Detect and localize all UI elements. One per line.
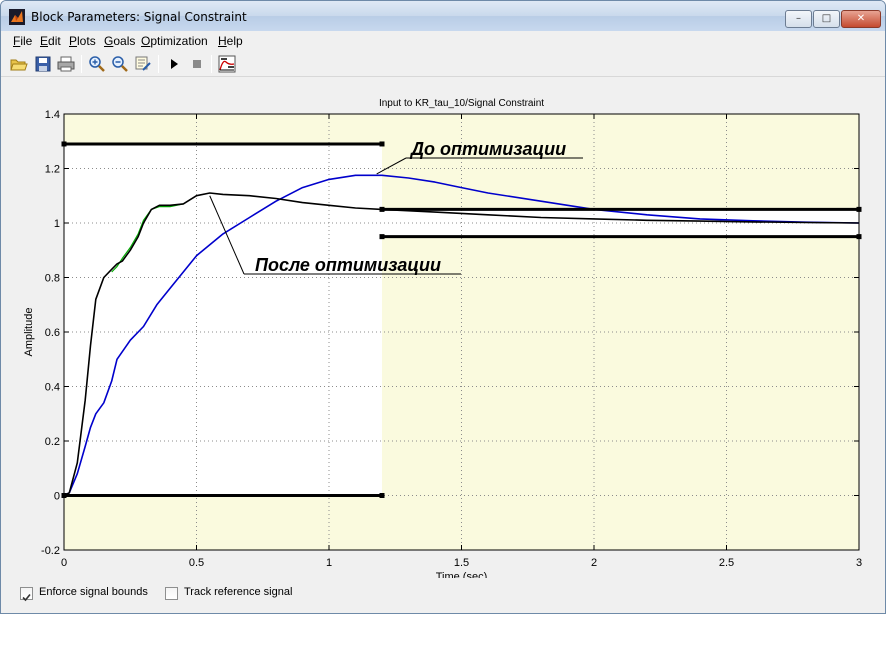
menu-file[interactable]: File [13,34,32,48]
enforce-signal-bounds-label: Enforce signal bounds [39,586,148,598]
menu-help[interactable]: Help [218,34,243,48]
bound-endpoint [61,141,67,147]
bound-endpoint [379,493,385,498]
x-tick-label: 2 [591,557,597,569]
menu-optimization[interactable]: Optimization [141,34,208,48]
track-reference-signal-label: Track reference signal [184,586,293,598]
block-parameters-window: Block Parameters: Signal Constraint – □ … [0,0,886,614]
toolbar-separator [81,55,82,73]
toolbar-separator [158,55,159,73]
close-button[interactable]: ✕ [841,10,881,28]
bound-endpoint [379,141,385,147]
zoom-in-icon[interactable] [87,54,107,74]
y-tick-label: 1.2 [45,164,60,176]
y-tick-label: 0.2 [45,436,60,448]
x-tick-label: 1.5 [454,557,469,569]
title-bar[interactable]: Block Parameters: Signal Constraint – □ … [1,1,885,31]
x-tick-label: 0 [61,557,67,569]
menu-bar: File Edit Plots Goals Optimization Help [1,31,885,51]
save-icon[interactable] [33,54,53,74]
bound-endpoint [856,234,862,240]
x-axis-label: Time (sec) [436,571,488,578]
edit-axes-icon[interactable] [133,54,153,74]
bound-endpoint [61,493,67,498]
track-reference-signal-checkbox[interactable] [165,587,178,600]
enforce-signal-bounds-checkbox[interactable] [20,587,33,602]
y-tick-label: 0.8 [45,273,60,285]
bound-endpoint [379,206,385,212]
zoom-out-icon[interactable] [110,54,130,74]
start-icon[interactable] [164,54,184,74]
matlab-logo-icon [9,9,25,25]
annotation-after: После оптимизации [255,255,441,275]
toolbar-separator [211,55,212,73]
plot-area: 0 0.5 1 1.5 2 2.5 3 -0.2 0 0.2 0.4 0.6 0.8 1 1.2 1.4 Inp… [1,78,885,583]
maximize-button[interactable]: □ [813,10,840,28]
x-tick-label: 1 [326,557,332,569]
lower-bound-region [64,495,382,550]
signal-response-chart[interactable]: 0 0.5 1 1.5 2 2.5 3-0.200.20.40.60.811.21.4Inp… [1,78,885,583]
x-tick-label: 2.5 [719,557,734,569]
y-tick-label: 1.4 [45,109,60,121]
x-tick-label: 0.5 [189,557,204,569]
annotation-before: До оптимизации [409,139,566,159]
y-tick-label: 0.6 [45,327,60,339]
upper-bound-region [382,114,859,210]
print-icon[interactable] [56,54,76,74]
check-icon [22,593,31,602]
stop-icon[interactable] [187,54,207,74]
open-icon[interactable] [9,54,29,74]
bound-endpoint [379,234,385,240]
window-title: Block Parameters: Signal Constraint [31,10,247,24]
y-tick-label: 0 [54,491,60,503]
y-tick-label: -0.2 [41,545,60,557]
footer: Enforce signal bounds Track reference si… [1,579,885,609]
toolbar [1,51,885,77]
menu-edit[interactable]: Edit [40,34,61,48]
chart-title: Input to KR_tau_10/Signal Constraint [379,98,544,109]
y-tick-label: 0.4 [45,382,60,394]
menu-goals[interactable]: Goals [104,34,135,48]
lower-bound-region [382,236,859,550]
menu-plots[interactable]: Plots [69,34,96,48]
x-tick-label: 3 [856,557,862,569]
response-plot-icon[interactable] [217,54,237,74]
bound-endpoint [856,206,862,212]
minimize-button[interactable]: – [785,10,812,28]
y-tick-label: 1 [54,218,60,230]
y-axis-label: Amplitude [23,308,35,357]
